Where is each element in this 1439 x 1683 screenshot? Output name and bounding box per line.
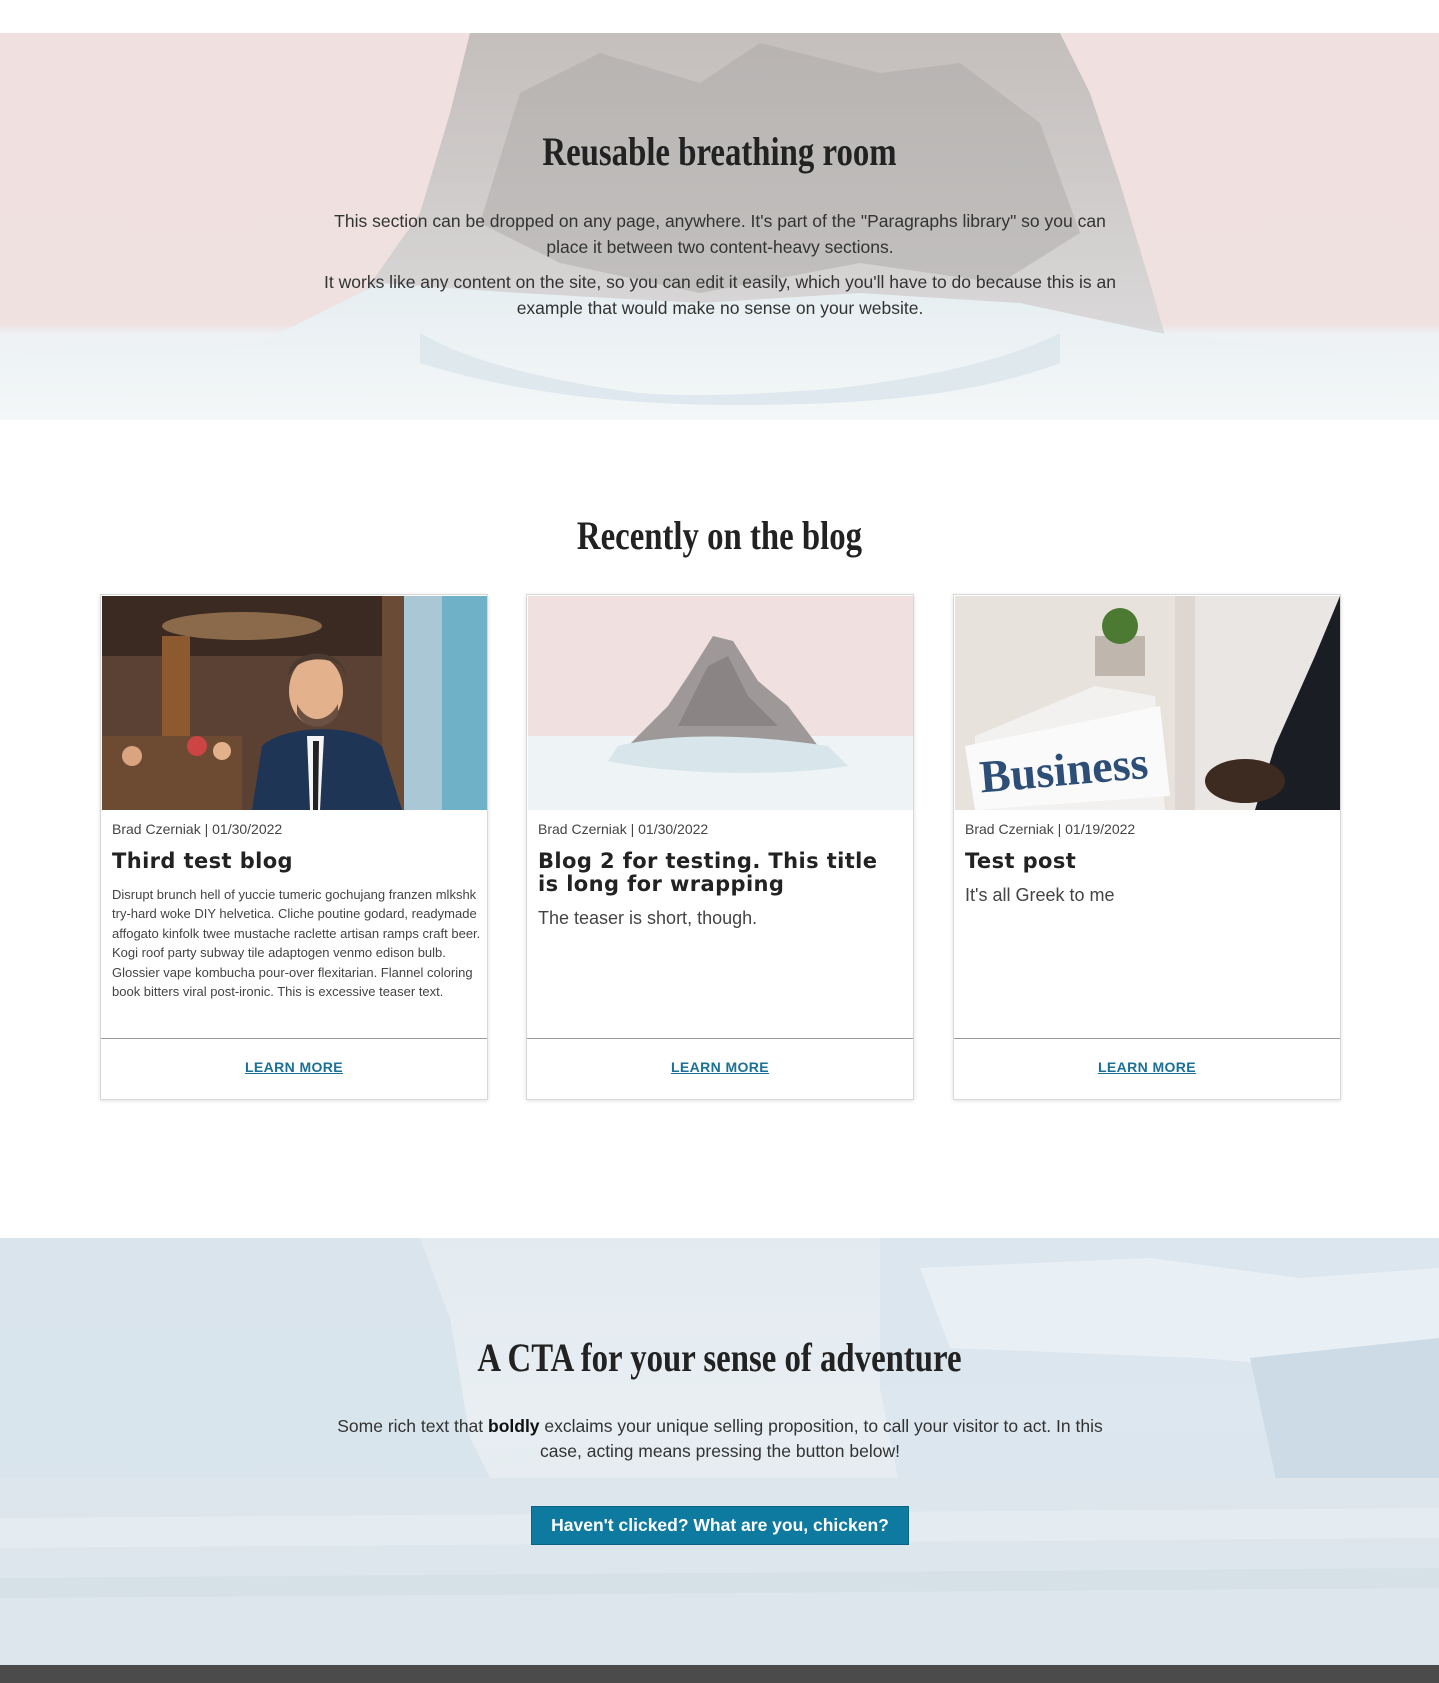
blog-card-title[interactable]: Blog 2 for testing. This title is long f…: [538, 850, 898, 896]
blog-card-title[interactable]: Third test blog: [112, 850, 472, 873]
blog-card-teaser: The teaser is short, though.: [538, 908, 758, 928]
cta-button[interactable]: Haven't clicked? What are you, chicken?: [531, 1506, 909, 1545]
learn-more-link[interactable]: LEARN MORE: [954, 1059, 1340, 1075]
card-divider: [527, 1038, 913, 1039]
learn-more-link[interactable]: LEARN MORE: [527, 1059, 913, 1075]
cta-text-after: exclaims your unique selling proposition…: [539, 1416, 1103, 1461]
blog-card: Brad Czerniak | 01/30/2022 Blog 2 for te…: [526, 594, 914, 1100]
cta-section: A CTA for your sense of adventure Some r…: [0, 1238, 1439, 1665]
blog-card-meta: Brad Czerniak | 01/30/2022: [538, 821, 709, 837]
hero-paragraph-2: It works like any content on the site, s…: [324, 272, 1116, 318]
hero-paragraph-1: This section can be dropped on any page,…: [334, 211, 1106, 257]
blog-card-image[interactable]: Business: [955, 596, 1340, 810]
footer-bar: [0, 1665, 1439, 1683]
cta-text-before: Some rich text that: [337, 1416, 489, 1436]
cta-title: A CTA for your sense of adventure: [477, 1335, 962, 1380]
blog-card: Brad Czerniak | 01/30/2022 Third test bl…: [100, 594, 488, 1100]
card-divider: [101, 1038, 487, 1039]
blog-card-teaser: It's all Greek to me: [965, 885, 1115, 905]
blog-card-teaser: Disrupt brunch hell of yuccie tumeric go…: [112, 887, 481, 1000]
blog-card-image[interactable]: [102, 596, 487, 810]
blog-section-title: Recently on the blog: [576, 513, 863, 558]
blog-card-meta: Brad Czerniak | 01/19/2022: [965, 821, 1136, 837]
blog-card: Business Brad Czerniak | 01/19/2022 Test…: [953, 594, 1341, 1100]
learn-more-link[interactable]: LEARN MORE: [101, 1059, 487, 1075]
cta-text: Some rich text that boldly exclaims your…: [320, 1414, 1120, 1464]
blog-card-image[interactable]: [528, 596, 913, 810]
card-divider: [954, 1038, 1340, 1039]
cta-text-bold: boldly: [488, 1416, 540, 1436]
hero-section: Reusable breathing room This section can…: [0, 33, 1439, 420]
hero-title: Reusable breathing room: [542, 129, 897, 174]
blog-card-meta: Brad Czerniak | 01/30/2022: [112, 821, 283, 837]
blog-card-title[interactable]: Test post: [965, 850, 1325, 873]
